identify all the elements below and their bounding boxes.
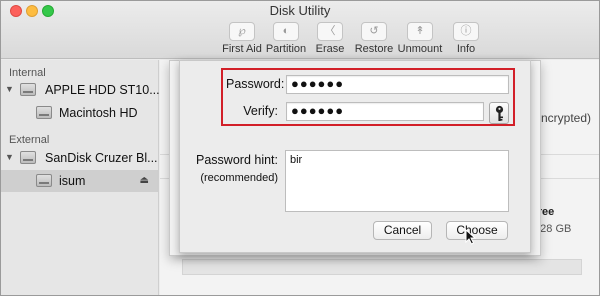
partition-icon: ◐ [273, 22, 299, 41]
disclosure-triangle-icon[interactable]: ▼ [5, 152, 14, 162]
password-hint-label: Password hint: [196, 153, 278, 167]
password-assistant-button[interactable] [489, 102, 509, 124]
sidebar-section-external: External [9, 134, 50, 146]
info-button[interactable]: ⓘ Info [439, 22, 493, 55]
disclosure-triangle-icon[interactable]: ▼ [5, 84, 14, 94]
password-field[interactable]: ●●●●●● [286, 75, 509, 94]
sidebar-item-label: Macintosh HD [59, 106, 138, 120]
password-hint-sublabel: (recommended) [200, 172, 278, 184]
sidebar-item-apple-hdd[interactable]: ▼ APPLE HDD ST10... [1, 79, 160, 101]
password-dialog: Password: ●●●●●● Verify: ●●●●●● Password… [179, 60, 531, 253]
sidebar-item-label: APPLE HDD ST10... [45, 83, 160, 97]
choose-button[interactable]: Choose [446, 221, 508, 240]
sidebar-item-macintosh-hd[interactable]: Macintosh HD [1, 102, 159, 124]
password-hint-textarea[interactable]: bir [285, 150, 509, 212]
unmount-icon: ↟ [407, 22, 433, 41]
mouse-cursor-icon [465, 229, 476, 245]
volume-icon [36, 174, 52, 187]
volume-icon [36, 106, 52, 119]
stethoscope-icon: ℘ [229, 22, 255, 41]
title-bar: Disk Utility ℘ First Aid ◐ Partition 〈 E… [1, 1, 599, 59]
hard-disk-icon [20, 83, 36, 96]
eject-icon[interactable]: ⏏ [140, 175, 149, 186]
erase-icon: 〈 [317, 22, 343, 41]
sidebar-item-label: SanDisk Cruzer Bl... [45, 151, 158, 165]
key-icon [495, 105, 504, 121]
window-title: Disk Utility [269, 3, 331, 18]
restore-icon: ↺ [361, 22, 387, 41]
password-label: Password: [226, 77, 285, 91]
info-label: Info [456, 43, 476, 55]
sidebar-section-internal: Internal [9, 67, 46, 79]
info-icon: ⓘ [453, 22, 479, 41]
usb-disk-icon [20, 151, 36, 164]
verify-field[interactable]: ●●●●●● [286, 102, 484, 121]
sidebar-item-isum[interactable]: isum ⏏ [1, 170, 159, 192]
cancel-button[interactable]: Cancel [373, 221, 432, 240]
verify-label: Verify: [243, 104, 278, 118]
info-table-row [182, 259, 582, 275]
volume-format-text: Encrypted) [533, 111, 592, 125]
sidebar-item-sandisk[interactable]: ▼ SanDisk Cruzer Bl... [1, 147, 159, 169]
sidebar-item-label: isum [59, 174, 86, 188]
sidebar: Internal ▼ APPLE HDD ST10... Macintosh H… [1, 60, 160, 295]
disk-utility-window: Disk Utility ℘ First Aid ◐ Partition 〈 E… [0, 0, 600, 296]
